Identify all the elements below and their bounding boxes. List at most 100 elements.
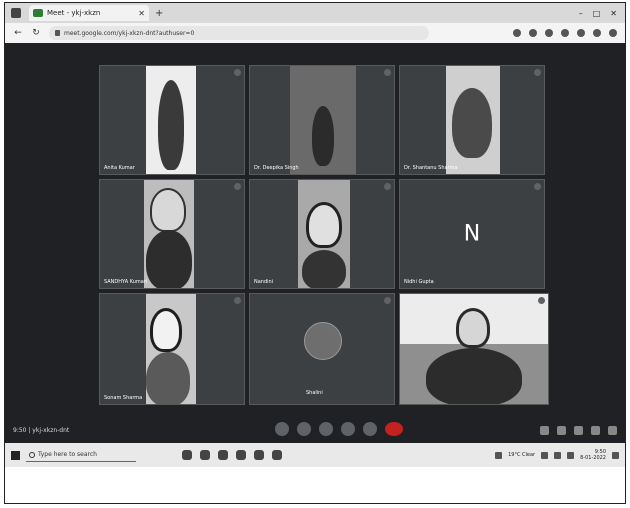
participant-tile[interactable]: Nandini xyxy=(249,179,395,289)
participant-face xyxy=(456,308,490,348)
extension-icons xyxy=(513,29,617,37)
participant-tile[interactable]: N Nidhi Gupta xyxy=(399,179,545,289)
host-controls-icon[interactable] xyxy=(608,425,617,435)
screenshot-frame: Meet - ykj-xkzn ✕ + – □ ✕ ← ↻ meet.googl… xyxy=(4,2,626,504)
participant-name: Shalini xyxy=(306,390,323,396)
participant-figure xyxy=(426,348,522,404)
battery-icon[interactable] xyxy=(567,451,575,459)
windows-taskbar: Type here to search 19°C Clear 9:50 8-01… xyxy=(5,443,625,467)
taskbar-apps xyxy=(182,450,282,460)
mic-status-icon xyxy=(534,183,541,190)
close-button[interactable]: ✕ xyxy=(610,9,617,18)
participant-name: Nidhi Gupta xyxy=(404,279,434,285)
browser-toolbar: ← ↻ meet.google.com/ykj-xkzn-dnt?authuse… xyxy=(5,23,625,43)
people-icon[interactable] xyxy=(557,425,566,435)
new-tab-icon[interactable]: + xyxy=(155,8,163,19)
participant-tile[interactable]: Shalini xyxy=(249,293,395,405)
extension-icon[interactable] xyxy=(577,29,585,37)
extension-icon[interactable] xyxy=(545,29,553,37)
url-text: meet.google.com/ykj-xkzn-dnt?authuser=0 xyxy=(64,29,195,37)
participant-face xyxy=(306,202,342,248)
meeting-control-bar: 9:50 | ykj-xkzn-dnt xyxy=(5,417,625,443)
bookmark-star-icon[interactable] xyxy=(561,29,569,37)
participant-name: SANDHYA Kumari xyxy=(104,279,148,285)
participant-name: Dr. Shantanu Sharma xyxy=(404,165,458,171)
more-options-button[interactable] xyxy=(363,422,377,436)
tab-close-icon[interactable]: ✕ xyxy=(138,9,145,18)
search-placeholder: Type here to search xyxy=(38,451,97,458)
call-controls xyxy=(275,422,403,436)
app-icon[interactable] xyxy=(272,450,282,460)
participant-tile[interactable]: Anita Kumar xyxy=(99,65,245,175)
meet-logo-icon xyxy=(33,9,43,17)
participant-tile[interactable]: Sonam Sharma xyxy=(99,293,245,405)
file-explorer-icon[interactable] xyxy=(254,450,264,460)
weather-icon[interactable] xyxy=(495,451,503,459)
participant-figure xyxy=(302,250,346,288)
window-controls: – □ ✕ xyxy=(579,9,617,18)
browser-tab[interactable]: Meet - ykj-xkzn ✕ xyxy=(29,5,149,21)
mic-status-icon xyxy=(534,69,541,76)
minimize-button[interactable]: – xyxy=(579,9,583,18)
search-icon xyxy=(29,451,35,458)
participant-initial: N xyxy=(463,221,481,247)
participant-name: Sonam Sharma xyxy=(104,395,143,401)
leave-call-button[interactable] xyxy=(385,422,403,436)
chrome-icon[interactable] xyxy=(200,450,210,460)
present-button[interactable] xyxy=(341,422,355,436)
mic-status-icon xyxy=(384,297,391,304)
lock-icon xyxy=(55,30,60,36)
browser-tab-bar: Meet - ykj-xkzn ✕ + – □ ✕ xyxy=(5,3,625,23)
participant-figure xyxy=(146,230,192,288)
taskbar-search[interactable]: Type here to search xyxy=(26,448,136,462)
notifications-icon[interactable] xyxy=(612,451,619,459)
participant-tile[interactable]: SANDHYA Kumari xyxy=(99,179,245,289)
captions-button[interactable] xyxy=(319,422,333,436)
task-view-icon[interactable] xyxy=(182,450,192,460)
mic-status-icon xyxy=(234,297,241,304)
reload-icon[interactable]: ↻ xyxy=(31,28,41,38)
participant-figure xyxy=(312,106,334,166)
participant-face xyxy=(150,308,182,352)
weather-text: 19°C Clear xyxy=(508,452,536,458)
camera-button[interactable] xyxy=(297,422,311,436)
extension-icon[interactable] xyxy=(513,29,521,37)
participant-name: Anita Kumar xyxy=(104,165,135,171)
participant-name: Nandini xyxy=(254,279,274,285)
extension-icon[interactable] xyxy=(529,29,537,37)
meeting-side-controls xyxy=(540,425,617,435)
address-bar[interactable]: meet.google.com/ykj-xkzn-dnt?authuser=0 xyxy=(49,26,429,40)
more-menu-icon[interactable] xyxy=(609,29,617,37)
maximize-button[interactable]: □ xyxy=(593,9,601,18)
start-button[interactable] xyxy=(11,450,20,460)
participant-name: Dr. Deepika Singh xyxy=(254,165,299,171)
participant-tile[interactable]: Dr. Shantanu Sharma xyxy=(399,65,545,175)
self-view-tile[interactable] xyxy=(399,293,549,405)
mic-status-icon xyxy=(384,69,391,76)
clock-date: 8-01-2022 xyxy=(580,455,606,461)
microphone-button[interactable] xyxy=(275,422,289,436)
window-menu-icon[interactable] xyxy=(11,8,21,18)
mic-status-icon xyxy=(234,69,241,76)
participant-tile[interactable]: Dr. Deepika Singh xyxy=(249,65,395,175)
edge-icon[interactable] xyxy=(236,450,246,460)
participant-face xyxy=(150,188,186,232)
back-icon[interactable]: ← xyxy=(13,28,23,38)
activities-icon[interactable] xyxy=(591,425,600,435)
chat-icon[interactable] xyxy=(574,425,583,435)
meet-video-grid: Anita Kumar Dr. Deepika Singh Dr. Shanta… xyxy=(5,43,625,443)
participant-figure xyxy=(158,80,184,170)
participant-figure xyxy=(146,352,190,404)
meeting-info: 9:50 | ykj-xkzn-dnt xyxy=(13,426,70,434)
profile-avatar[interactable] xyxy=(593,29,601,37)
mic-status-icon xyxy=(538,297,545,304)
network-icon[interactable] xyxy=(541,451,549,459)
system-tray: 19°C Clear 9:50 8-01-2022 xyxy=(495,449,619,461)
mic-status-icon xyxy=(384,183,391,190)
tab-title: Meet - ykj-xkzn xyxy=(47,9,101,17)
participant-avatar xyxy=(304,322,342,360)
info-icon[interactable] xyxy=(540,425,549,435)
app-icon[interactable] xyxy=(218,450,228,460)
volume-icon[interactable] xyxy=(554,451,562,459)
clock[interactable]: 9:50 8-01-2022 xyxy=(580,449,606,461)
